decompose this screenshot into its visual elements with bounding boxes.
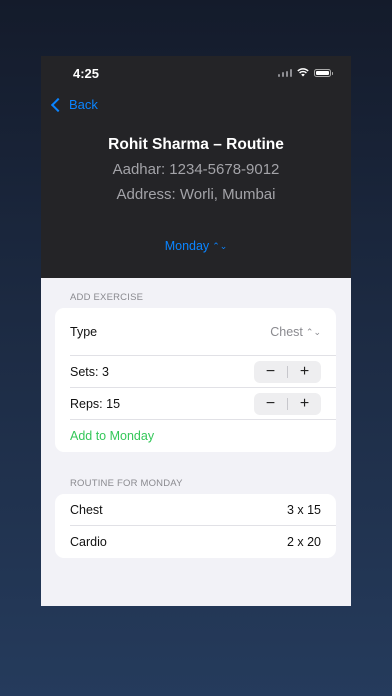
routine-section-label: ROUTINE FOR MONDAY bbox=[70, 478, 183, 489]
cellular-signal-icon bbox=[277, 68, 292, 77]
reps-row: Reps: 15 − + bbox=[55, 388, 336, 420]
battery-icon bbox=[314, 68, 333, 77]
type-label: Type bbox=[70, 325, 98, 339]
add-exercise-section-label: ADD EXERCISE bbox=[70, 292, 144, 303]
status-icons bbox=[277, 68, 333, 77]
add-to-monday-row: Add to Monday bbox=[55, 420, 336, 452]
page-title: Rohit Sharma – Routine bbox=[108, 136, 284, 153]
status-time: 4:25 bbox=[73, 66, 100, 81]
add-to-monday-button[interactable]: Add to Monday bbox=[70, 429, 154, 443]
type-picker-value: Chest bbox=[270, 325, 303, 339]
day-picker-value: Monday bbox=[164, 239, 210, 253]
back-button[interactable]: Back bbox=[50, 97, 98, 112]
type-picker[interactable]: Chest ⌃⌄ bbox=[270, 325, 321, 339]
chevron-up-down-icon: ⌃⌄ bbox=[305, 327, 321, 337]
day-picker[interactable]: Monday ⌃⌄ bbox=[41, 239, 351, 253]
reps-increment-button[interactable]: + bbox=[288, 393, 321, 415]
back-label: Back bbox=[69, 97, 98, 112]
list-item: Chest 3 x 15 bbox=[55, 494, 336, 526]
header-panel: 4:25 Back Rohit Sharma – Routine Aadhar:… bbox=[41, 56, 351, 278]
address-text: Address: Worli, Mumbai bbox=[116, 186, 276, 203]
sets-label: Sets: 3 bbox=[70, 365, 109, 379]
chevron-up-down-icon: ⌃⌄ bbox=[212, 241, 228, 251]
exercise-sets-reps: 3 x 15 bbox=[286, 503, 321, 517]
wifi-icon bbox=[297, 68, 309, 77]
add-exercise-card: Type Chest ⌃⌄ Sets: 3 − + Reps: 15 − + Ad… bbox=[55, 308, 336, 452]
exercise-name: Chest bbox=[70, 503, 103, 517]
sets-row: Sets: 3 − + bbox=[55, 356, 336, 388]
phone-screen: 4:25 Back Rohit Sharma – Routine Aadhar:… bbox=[41, 56, 351, 606]
type-row[interactable]: Type Chest ⌃⌄ bbox=[55, 308, 336, 356]
exercise-sets-reps: 2 x 20 bbox=[286, 535, 321, 549]
exercise-name: Cardio bbox=[70, 535, 107, 549]
reps-stepper: − + bbox=[254, 393, 321, 415]
sets-increment-button[interactable]: + bbox=[288, 361, 321, 383]
sets-decrement-button[interactable]: − bbox=[254, 361, 287, 383]
reps-label: Reps: 15 bbox=[70, 397, 121, 411]
reps-decrement-button[interactable]: − bbox=[254, 393, 287, 415]
routine-card: Chest 3 x 15 Cardio 2 x 20 bbox=[55, 494, 336, 558]
list-item: Cardio 2 x 20 bbox=[55, 526, 336, 558]
chevron-left-icon bbox=[50, 97, 66, 112]
sets-stepper: − + bbox=[254, 361, 321, 383]
aadhar-text: Aadhar: 1234-5678-9012 bbox=[112, 161, 280, 178]
